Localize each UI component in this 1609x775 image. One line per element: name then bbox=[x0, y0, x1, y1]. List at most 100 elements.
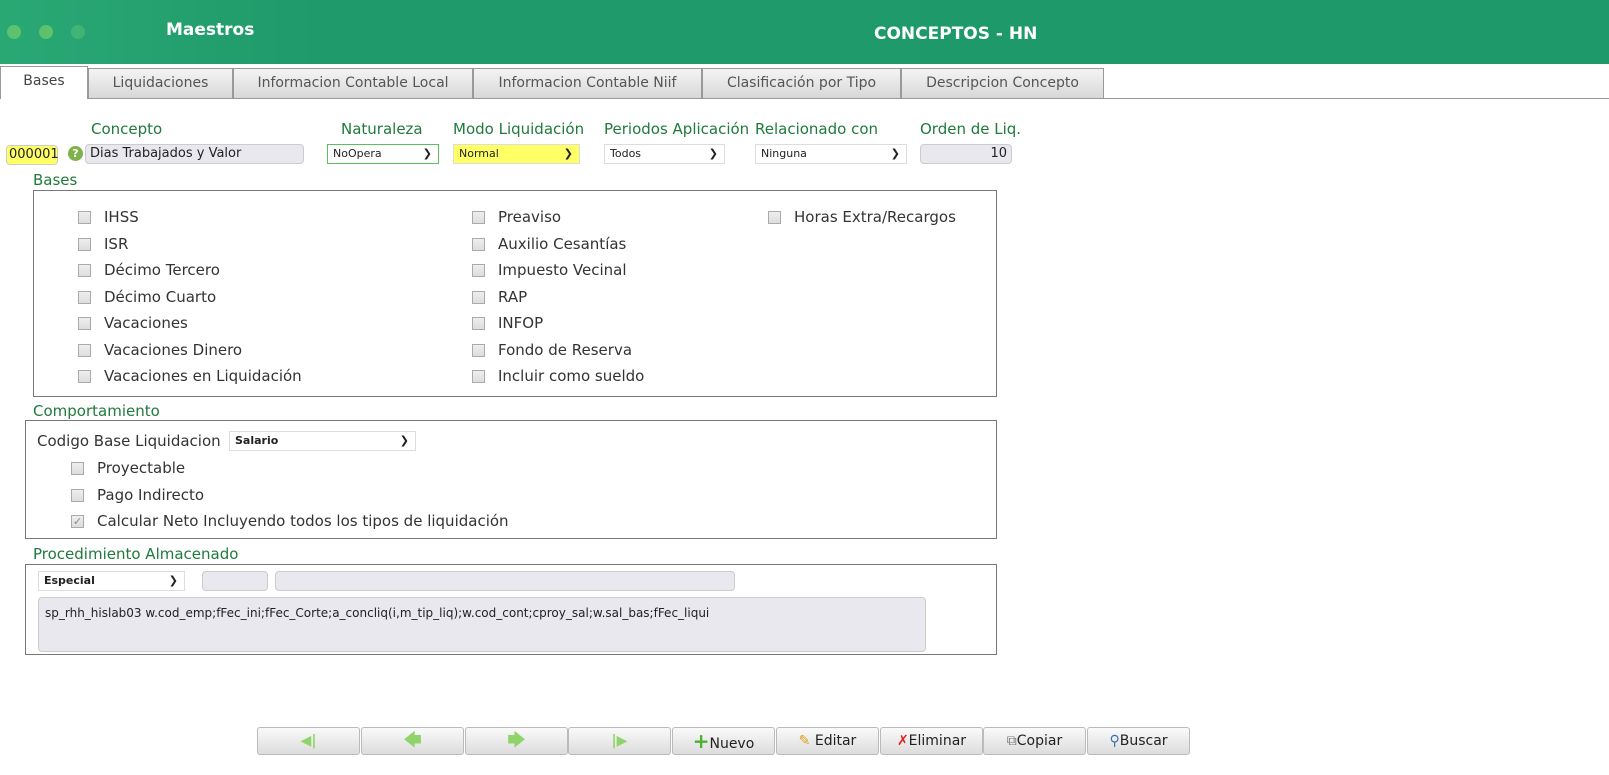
naturaleza-select[interactable]: NoOpera ❯ bbox=[327, 144, 439, 164]
tab-clasificacion[interactable]: Clasificación por Tipo bbox=[702, 68, 901, 98]
checkbox-label: Fondo de Reserva bbox=[498, 340, 633, 359]
checkbox[interactable] bbox=[472, 211, 485, 224]
arrow-left-icon: 🡄 bbox=[403, 730, 422, 751]
periodos-value: Todos bbox=[610, 147, 642, 160]
bases-heading: Bases bbox=[33, 171, 78, 189]
first-record-button[interactable]: ◀| bbox=[257, 727, 360, 755]
checkbox-label: Pago Indirecto bbox=[97, 485, 205, 504]
checkbox-label: Décimo Cuarto bbox=[104, 287, 217, 306]
checkbox-label: Horas Extra/Recargos bbox=[794, 208, 956, 226]
checkbox[interactable] bbox=[472, 290, 485, 304]
checkbox[interactable] bbox=[768, 211, 781, 224]
naturaleza-label: Naturaleza bbox=[341, 120, 423, 138]
section-title: Maestros bbox=[166, 20, 255, 40]
checkbox[interactable] bbox=[472, 237, 485, 251]
tab-contable-niif[interactable]: Informacion Contable Niif bbox=[473, 68, 702, 98]
checkbox[interactable] bbox=[78, 370, 91, 383]
modo-label: Modo Liquidación bbox=[453, 120, 585, 138]
tab-liquidaciones[interactable]: Liquidaciones bbox=[88, 68, 233, 98]
buscar-button[interactable]: ⚲Buscar bbox=[1087, 727, 1190, 755]
tab-contable-local[interactable]: Informacion Contable Local bbox=[233, 68, 473, 98]
checkbox[interactable] bbox=[78, 237, 91, 251]
page-title: CONCEPTOS - HN bbox=[874, 24, 1038, 44]
checkbox-label: Vacaciones Dinero bbox=[104, 340, 243, 359]
procedimiento-heading: Procedimiento Almacenado bbox=[33, 545, 239, 563]
checkbox[interactable] bbox=[78, 264, 91, 277]
orden-field[interactable]: 10 bbox=[920, 144, 1012, 164]
checkbox-label: Preaviso bbox=[498, 208, 562, 226]
checkbox-label: RAP bbox=[498, 287, 528, 306]
checkbox[interactable] bbox=[78, 343, 91, 357]
modo-value: Normal bbox=[459, 147, 499, 160]
checkbox[interactable] bbox=[472, 264, 485, 277]
concepto-label: Concepto bbox=[91, 120, 163, 138]
checkbox-label: Vacaciones en Liquidación bbox=[104, 367, 302, 385]
tab-bar: Bases Liquidaciones Informacion Contable… bbox=[0, 66, 1609, 99]
chevron-down-icon: ❯ bbox=[890, 147, 900, 160]
periodos-label: Periodos Aplicación bbox=[604, 120, 750, 138]
last-record-button[interactable]: |▶ bbox=[568, 727, 671, 755]
relacionado-select[interactable]: Ninguna ❯ bbox=[755, 144, 907, 164]
checkbox-label: Auxilio Cesantías bbox=[498, 234, 627, 253]
concept-code-field[interactable]: 000001 bbox=[6, 145, 59, 165]
checkbox[interactable] bbox=[472, 370, 485, 383]
arrow-right-icon: 🡆 bbox=[507, 730, 526, 751]
checkbox[interactable] bbox=[78, 290, 91, 304]
periodos-select[interactable]: Todos ❯ bbox=[604, 144, 725, 164]
codigo-base-value: Salario bbox=[235, 434, 279, 447]
chevron-down-icon: ❯ bbox=[708, 147, 718, 160]
tab-bases[interactable]: Bases bbox=[0, 66, 88, 99]
nuevo-button[interactable]: +Nuevo bbox=[672, 727, 775, 755]
checkbox[interactable] bbox=[472, 343, 485, 357]
procedimiento-field-1[interactable] bbox=[202, 571, 268, 591]
eliminar-button[interactable]: ✗Eliminar bbox=[880, 727, 983, 755]
eliminar-label: Eliminar bbox=[908, 733, 967, 749]
editar-button[interactable]: ✎ Editar bbox=[776, 727, 879, 755]
checkbox-label: Impuesto Vecinal bbox=[498, 261, 627, 279]
checkbox-label: ISR bbox=[104, 234, 129, 253]
procedimiento-tipo-select[interactable]: Especial ❯ bbox=[38, 571, 185, 591]
relacionado-label: Relacionado con bbox=[755, 120, 879, 138]
checkbox-label: IHSS bbox=[104, 208, 139, 226]
search-icon: ⚲ bbox=[1109, 733, 1120, 749]
next-record-button[interactable]: 🡆 bbox=[465, 727, 568, 755]
copiar-button[interactable]: ⧉Copiar bbox=[983, 727, 1086, 755]
chevron-down-icon: ❯ bbox=[563, 147, 573, 160]
procedimiento-field-2[interactable] bbox=[275, 571, 735, 591]
orden-label: Orden de Liq. bbox=[920, 120, 1022, 138]
copiar-label: Copiar bbox=[1016, 733, 1063, 749]
pencil-icon: ✎ bbox=[798, 733, 811, 749]
procedimiento-sql-textarea[interactable]: sp_rhh_hislab03 w.cod_emp;fFec_ini;fFec_… bbox=[38, 597, 926, 652]
checkbox-label: Proyectable bbox=[97, 459, 186, 477]
checkbox[interactable] bbox=[78, 317, 91, 330]
checkbox[interactable] bbox=[71, 462, 84, 475]
window-dot-icon bbox=[71, 25, 85, 39]
checkbox[interactable] bbox=[472, 317, 485, 330]
checkbox-label: Incluir como sueldo bbox=[498, 367, 645, 385]
checkbox[interactable]: ✓ bbox=[71, 515, 84, 528]
tab-descripcion[interactable]: Descripcion Concepto bbox=[901, 68, 1104, 98]
window-dot-icon bbox=[7, 25, 21, 39]
checkbox-label: Vacaciones bbox=[104, 314, 188, 332]
copy-icon: ⧉ bbox=[1006, 733, 1017, 749]
buscar-label: Buscar bbox=[1119, 733, 1168, 749]
concepto-field[interactable]: Dias Trabajados y Valor bbox=[85, 144, 304, 164]
checkbox[interactable] bbox=[78, 211, 91, 224]
window-dot-icon bbox=[39, 25, 53, 39]
app-header: Maestros CONCEPTOS - HN bbox=[0, 0, 1609, 64]
nuevo-label: Nuevo bbox=[709, 736, 755, 752]
chevron-down-icon: ❯ bbox=[422, 147, 432, 160]
help-icon[interactable]: ? bbox=[68, 146, 83, 161]
editar-label: Editar bbox=[814, 733, 857, 749]
codigo-base-select[interactable]: Salario ❯ bbox=[229, 431, 416, 451]
naturaleza-value: NoOpera bbox=[333, 147, 382, 160]
comportamiento-heading: Comportamiento bbox=[33, 402, 160, 420]
modo-select[interactable]: Normal ❯ bbox=[453, 144, 580, 164]
checkbox[interactable] bbox=[71, 488, 84, 502]
prev-record-button[interactable]: 🡄 bbox=[361, 727, 464, 755]
checkbox-label: Décimo Tercero bbox=[104, 261, 220, 279]
plus-icon: + bbox=[692, 729, 710, 753]
codigo-base-label: Codigo Base Liquidacion bbox=[37, 432, 221, 450]
delete-x-icon: ✗ bbox=[896, 733, 909, 749]
last-icon: |▶ bbox=[611, 733, 628, 749]
